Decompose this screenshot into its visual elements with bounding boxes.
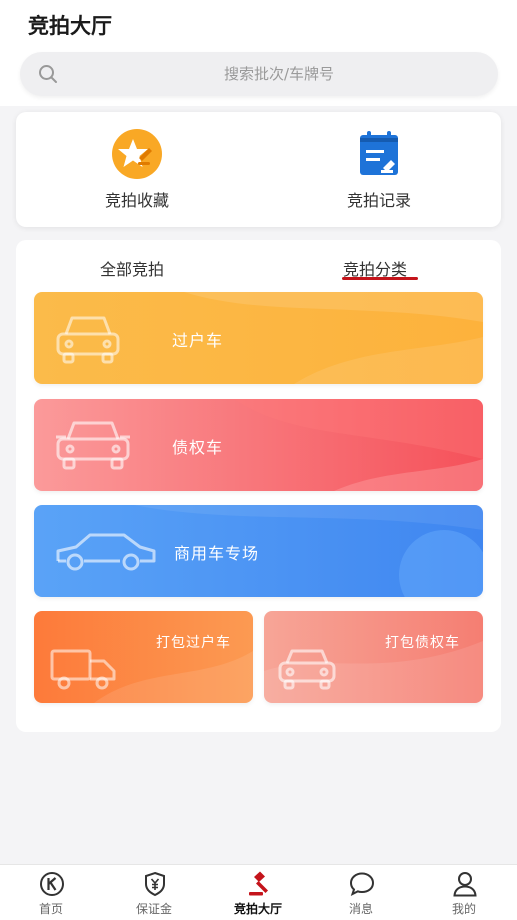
nav-deposit-label: 保证金 <box>135 902 172 916</box>
page-title: 竞拍大厅 <box>28 14 112 38</box>
category-commercial-vehicles[interactable]: 商用车专场 <box>34 505 483 597</box>
category-transfer-cars[interactable]: 过户车 <box>34 292 483 384</box>
favorites-label: 竞拍收藏 <box>104 191 169 210</box>
nav-profile-label: 我的 <box>451 902 476 916</box>
car-front-icon <box>278 649 336 690</box>
category-debt-cars-label: 债权车 <box>172 438 224 457</box>
records-label: 竞拍记录 <box>346 191 411 210</box>
nav-messages-label: 消息 <box>348 902 373 916</box>
star-favorite-icon <box>112 129 162 179</box>
quick-links-card: 竞拍收藏 竞拍记录 <box>16 112 501 227</box>
nav-home[interactable]: 首页 <box>6 865 96 920</box>
nav-auction-hall-label: 竞拍大厅 <box>233 902 282 916</box>
home-k-icon <box>40 872 64 896</box>
category-debt-cars[interactable]: 债权车 <box>34 399 483 491</box>
profile-user-icon <box>453 872 477 897</box>
search-input[interactable]: 搜索批次/车牌号 <box>20 52 498 96</box>
bottom-nav: 首页 保证金 竞拍大厅 消息 我的 <box>0 864 517 920</box>
category-commercial-vehicles-label: 商用车专场 <box>174 544 260 563</box>
category-bulk-transfer-cars-label: 打包过户车 <box>156 635 231 651</box>
category-transfer-cars-label: 过户车 <box>172 331 224 350</box>
nav-deposit[interactable]: 保证金 <box>109 865 199 920</box>
car-front-icon <box>56 421 130 470</box>
search-placeholder: 搜索批次/车牌号 <box>223 65 335 83</box>
truck-icon <box>50 649 116 690</box>
message-bubble-icon <box>349 872 375 896</box>
tab-all-auctions[interactable]: 全部竞拍 <box>100 256 164 280</box>
favorites-link[interactable]: 竞拍收藏 <box>16 112 258 227</box>
category-bulk-debt-cars-label: 打包债权车 <box>385 635 460 651</box>
record-calendar-icon <box>360 131 398 175</box>
category-bulk-debt-cars[interactable]: 打包债权车 <box>264 611 483 703</box>
nav-profile[interactable]: 我的 <box>419 865 509 920</box>
nav-home-label: 首页 <box>38 902 63 916</box>
records-link[interactable]: 竞拍记录 <box>258 112 500 227</box>
car-side-icon <box>56 533 156 571</box>
nav-messages[interactable]: 消息 <box>316 865 406 920</box>
auction-gavel-icon <box>249 871 268 896</box>
active-tab-indicator <box>342 277 418 280</box>
category-bulk-transfer-cars[interactable]: 打包过户车 <box>34 611 253 703</box>
app-header: 竞拍大厅 <box>0 0 517 50</box>
car-front-icon <box>56 316 120 364</box>
deposit-shield-icon <box>145 871 165 897</box>
nav-auction-hall[interactable]: 竞拍大厅 <box>213 865 303 920</box>
